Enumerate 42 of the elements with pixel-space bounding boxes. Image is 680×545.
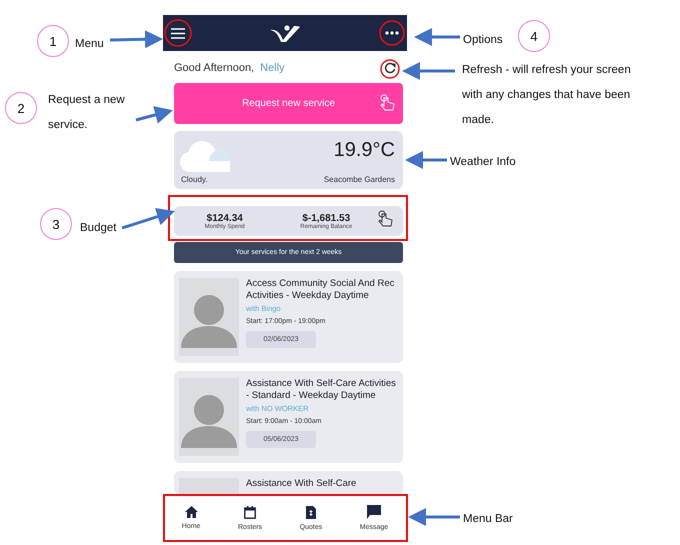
chat-icon — [367, 505, 381, 519]
arrow — [136, 106, 173, 124]
service-title: Assistance With Self-Care Activities - Standard - Weekday Daytime — [246, 378, 397, 401]
refresh-icon — [383, 61, 397, 75]
home-icon — [184, 506, 198, 518]
callout-label: Request a new service. — [48, 93, 126, 133]
callout-label: Menu — [75, 37, 105, 52]
tap-icon — [377, 210, 395, 228]
menu-icon — [171, 28, 185, 38]
arrow — [110, 30, 163, 48]
callout-label: Options — [463, 33, 504, 48]
step-number: 4 — [518, 20, 550, 52]
step-number: 3 — [40, 208, 72, 240]
more-icon — [385, 31, 399, 35]
highlight-ring — [164, 19, 192, 47]
callout-label: Refresh - will refresh your screen with any changes that have been made. — [462, 63, 632, 128]
arrow — [402, 62, 455, 80]
document-icon — [306, 506, 316, 518]
callout-label: Budget — [80, 221, 118, 236]
location-text: Seacombe Gardens — [324, 175, 395, 184]
condition-text: Cloudy. — [181, 175, 208, 184]
step-number: 1 — [37, 25, 69, 57]
budget-amount: $124.34 — [206, 212, 243, 224]
arrow — [122, 208, 175, 230]
callout-label: Weather Info — [450, 155, 517, 170]
refresh-button[interactable] — [383, 61, 397, 75]
budget-amount: $-1,681.53 — [302, 212, 350, 224]
arrow — [408, 508, 460, 526]
step-number: 2 — [5, 92, 37, 124]
service-card[interactable]: Assistance With Self-Care — [174, 471, 403, 495]
callout-label: Menu Bar — [463, 512, 514, 527]
arrow — [405, 151, 447, 169]
calendar-icon — [244, 506, 256, 518]
service-title: Assistance With Self-Care — [246, 478, 356, 490]
highlight-ring — [380, 59, 400, 79]
temperature-text: 19.9°C — [334, 139, 395, 162]
arrow — [414, 28, 460, 46]
service-title: Access Community Social And Rec Activities - Weekday Daytime — [246, 278, 396, 301]
highlight-ring — [379, 20, 405, 46]
logo-icon — [270, 24, 300, 42]
greeting-text: Good Afternoon, Nelly — [174, 62, 285, 74]
tap-icon — [379, 94, 397, 112]
